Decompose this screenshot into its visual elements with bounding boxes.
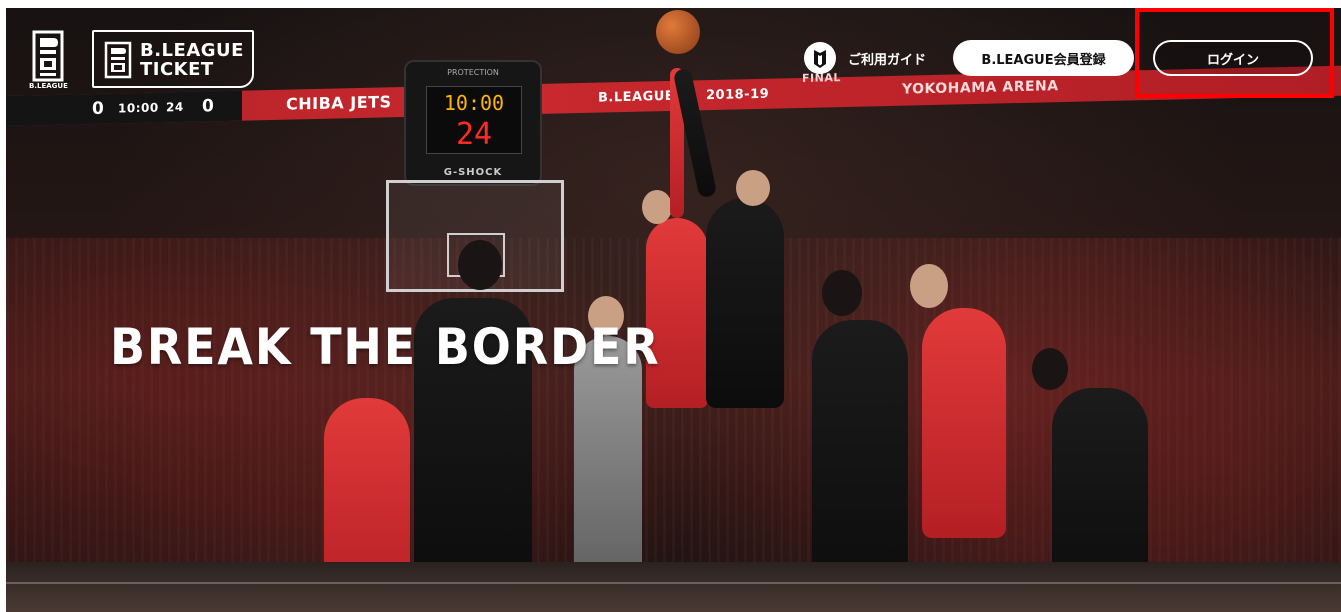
- player-head: [458, 240, 502, 290]
- player-head: [910, 264, 948, 308]
- shot-clock: PROTECTION 10:00 24 G-SHOCK: [404, 60, 542, 186]
- banner-season: 2018-19: [706, 86, 770, 104]
- ticket-logo-icon: [104, 41, 132, 79]
- shot-clock-shot: 24: [455, 117, 493, 152]
- banner-shot: 24: [166, 99, 184, 115]
- banner-right-score: 0: [202, 96, 215, 117]
- member-register-button[interactable]: B.LEAGUE会員登録: [953, 40, 1134, 76]
- bleague-logo-link[interactable]: [30, 30, 66, 90]
- player-dark-jumping: [706, 198, 784, 408]
- usage-guide-label: ご利用ガイド: [848, 52, 927, 68]
- player-head: [1032, 348, 1068, 390]
- bleague-logo-icon: [32, 30, 64, 82]
- basketball: [656, 10, 700, 54]
- bleague-logo-text: B.LEAGUE: [29, 82, 68, 90]
- shot-clock-brand: G-SHOCK: [443, 167, 503, 178]
- shot-clock-top-label: PROTECTION: [447, 68, 499, 77]
- ticket-logo-line2: TICKET: [140, 59, 214, 80]
- banner-scoreboard: 0 10:00 24 0: [6, 90, 242, 126]
- player-head: [736, 170, 770, 206]
- login-button[interactable]: ログイン: [1153, 40, 1313, 76]
- hero-headline: BREAK THE BORDER: [110, 318, 661, 376]
- banner-clock: 10:00: [118, 100, 159, 116]
- shot-clock-screen: 10:00 24: [426, 86, 522, 154]
- hero-section: 0 10:00 24 0 CHIBA JETS B.LEAGUE 2018-19…: [6, 8, 1341, 612]
- player-head: [822, 270, 862, 316]
- player-head: [642, 190, 672, 224]
- banner-left-score: 0: [92, 98, 105, 120]
- player-red-right: [922, 308, 1006, 538]
- bleague-ticket-logo[interactable]: B.LEAGUE TICKET: [92, 30, 254, 88]
- banner-venue: YOKOHAMA ARENA: [902, 78, 1059, 98]
- player-red-jumping: [646, 218, 708, 408]
- ticket-logo-line1: B.LEAGUE: [140, 40, 244, 61]
- guide-shield-icon: [804, 42, 836, 74]
- court-line: [6, 582, 1341, 584]
- usage-guide-link[interactable]: ご利用ガイド: [804, 40, 926, 76]
- banner-team: CHIBA JETS: [286, 92, 392, 114]
- banner-league: B.LEAGUE: [598, 88, 675, 106]
- shot-clock-time: 10:00: [443, 91, 505, 115]
- court-floor: [6, 562, 1341, 612]
